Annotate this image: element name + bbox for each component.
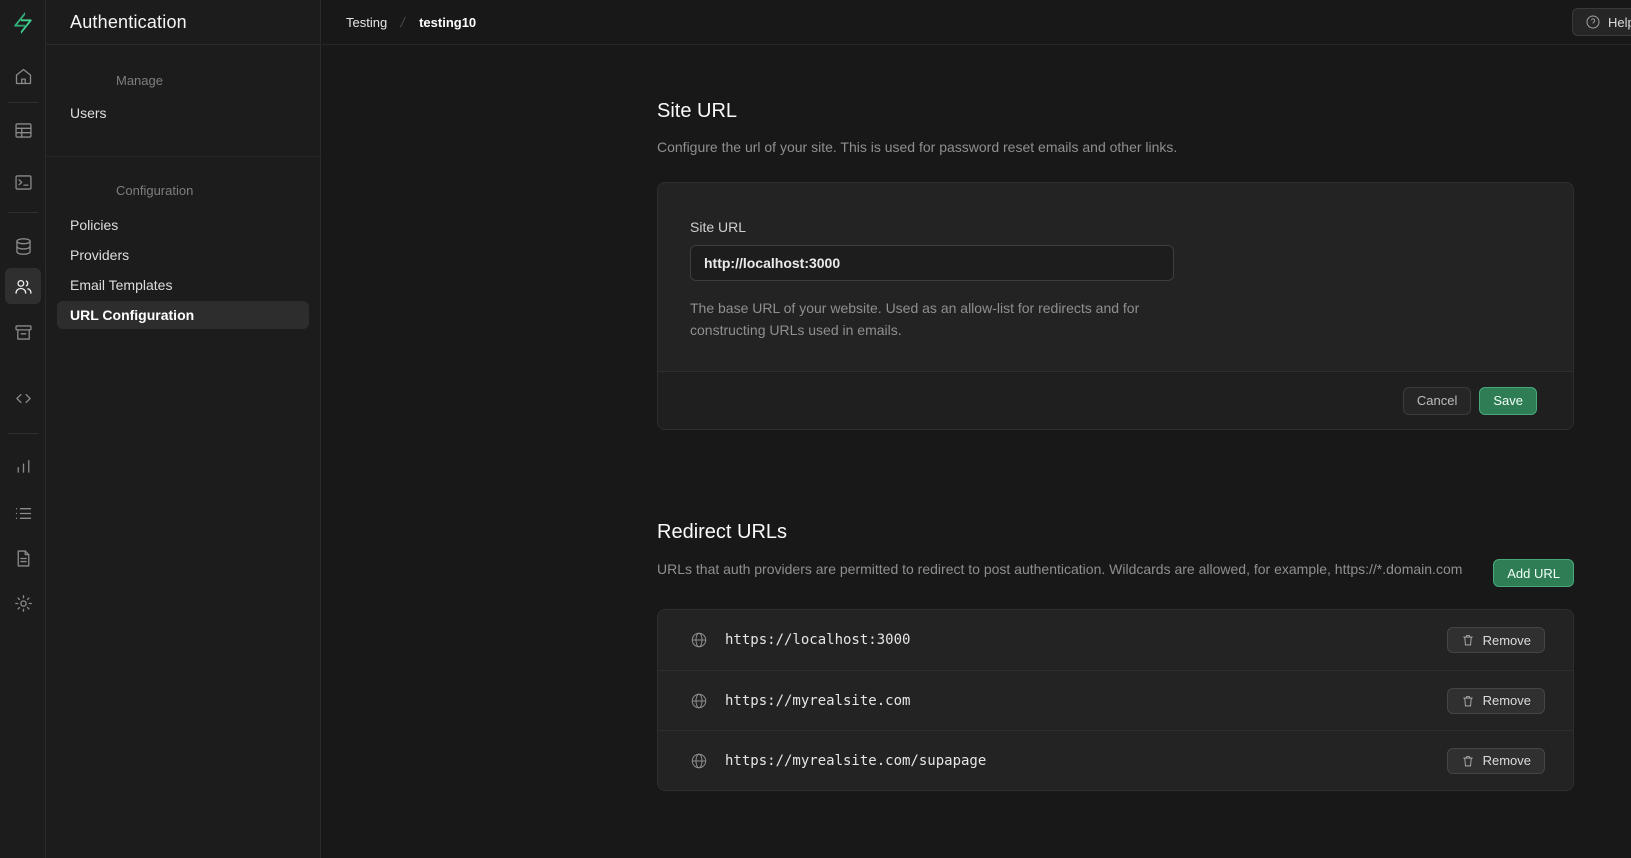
trash-icon — [1461, 694, 1475, 708]
redirect-urls-list: https://localhost:3000 Remove https://my… — [657, 609, 1574, 791]
redirect-url-value: https://myrealsite.com/supapage — [725, 753, 1447, 769]
rail-divider — [8, 212, 38, 213]
site-url-section-description: Configure the url of your site. This is … — [657, 136, 1574, 158]
trash-icon — [1461, 633, 1475, 647]
section-label-configuration: Configuration — [116, 183, 193, 198]
redirect-url-row: https://localhost:3000 Remove — [658, 610, 1573, 670]
edge-functions-icon[interactable] — [5, 380, 41, 416]
sidebar-header: Authentication — [46, 0, 320, 45]
icon-rail — [0, 0, 46, 858]
authentication-icon[interactable] — [5, 268, 41, 304]
trash-icon — [1461, 754, 1475, 768]
site-url-card: Site URL The base URL of your website. U… — [657, 182, 1574, 430]
save-button[interactable]: Save — [1479, 387, 1537, 415]
topbar: Testing / testing10 Help — [322, 0, 1631, 45]
section-label-manage: Manage — [116, 73, 163, 88]
remove-url-button[interactable]: Remove — [1447, 627, 1545, 653]
site-url-input[interactable] — [690, 245, 1174, 281]
table-editor-icon[interactable] — [5, 112, 41, 148]
redirect-url-row: https://myrealsite.com/supapage Remove — [658, 730, 1573, 790]
redirect-urls-section-title: Redirect URLs — [657, 518, 1574, 546]
help-icon — [1585, 14, 1601, 30]
sidebar-item-providers[interactable]: Providers — [57, 241, 309, 269]
auth-sidebar: Authentication Manage Users Configuratio… — [46, 0, 321, 858]
supabase-logo[interactable] — [8, 8, 38, 38]
redirect-url-value: https://localhost:3000 — [725, 632, 1447, 648]
cancel-button[interactable]: Cancel — [1403, 387, 1471, 415]
api-docs-icon[interactable] — [5, 540, 41, 576]
logs-icon[interactable] — [5, 495, 41, 531]
storage-icon[interactable] — [5, 314, 41, 350]
site-url-field-help: The base URL of your website. Used as an… — [690, 297, 1190, 341]
globe-icon — [690, 692, 708, 710]
site-url-section-title: Site URL — [657, 97, 1574, 125]
remove-url-button[interactable]: Remove — [1447, 688, 1545, 714]
remove-url-button[interactable]: Remove — [1447, 748, 1545, 774]
globe-icon — [690, 631, 708, 649]
breadcrumb-project[interactable]: testing10 — [419, 15, 476, 30]
home-icon[interactable] — [5, 58, 41, 94]
sql-editor-icon[interactable] — [5, 164, 41, 200]
sidebar-item-users[interactable]: Users — [57, 99, 309, 127]
redirect-urls-section-description: URLs that auth providers are permitted t… — [657, 558, 1467, 580]
help-button[interactable]: Help — [1572, 8, 1631, 36]
add-url-button[interactable]: Add URL — [1493, 559, 1574, 587]
page-title: Authentication — [70, 12, 187, 33]
reports-icon[interactable] — [5, 447, 41, 483]
redirect-url-row: https://myrealsite.com Remove — [658, 670, 1573, 730]
redirect-url-value: https://myrealsite.com — [725, 693, 1447, 709]
globe-icon — [690, 752, 708, 770]
rail-divider — [8, 433, 38, 434]
site-url-card-footer: Cancel Save — [658, 371, 1573, 429]
rail-divider — [8, 102, 38, 103]
sidebar-item-email-templates[interactable]: Email Templates — [57, 271, 309, 299]
breadcrumb-separator: / — [400, 14, 407, 30]
settings-icon[interactable] — [5, 585, 41, 621]
breadcrumb-org[interactable]: Testing — [346, 15, 387, 30]
sidebar-item-policies[interactable]: Policies — [57, 211, 309, 239]
sidebar-item-url-configuration[interactable]: URL Configuration — [57, 301, 309, 329]
url-configuration-page: Site URL Configure the url of your site.… — [657, 45, 1574, 791]
site-url-field-label: Site URL — [690, 219, 1541, 235]
sidebar-divider — [46, 156, 321, 157]
database-icon[interactable] — [5, 228, 41, 264]
